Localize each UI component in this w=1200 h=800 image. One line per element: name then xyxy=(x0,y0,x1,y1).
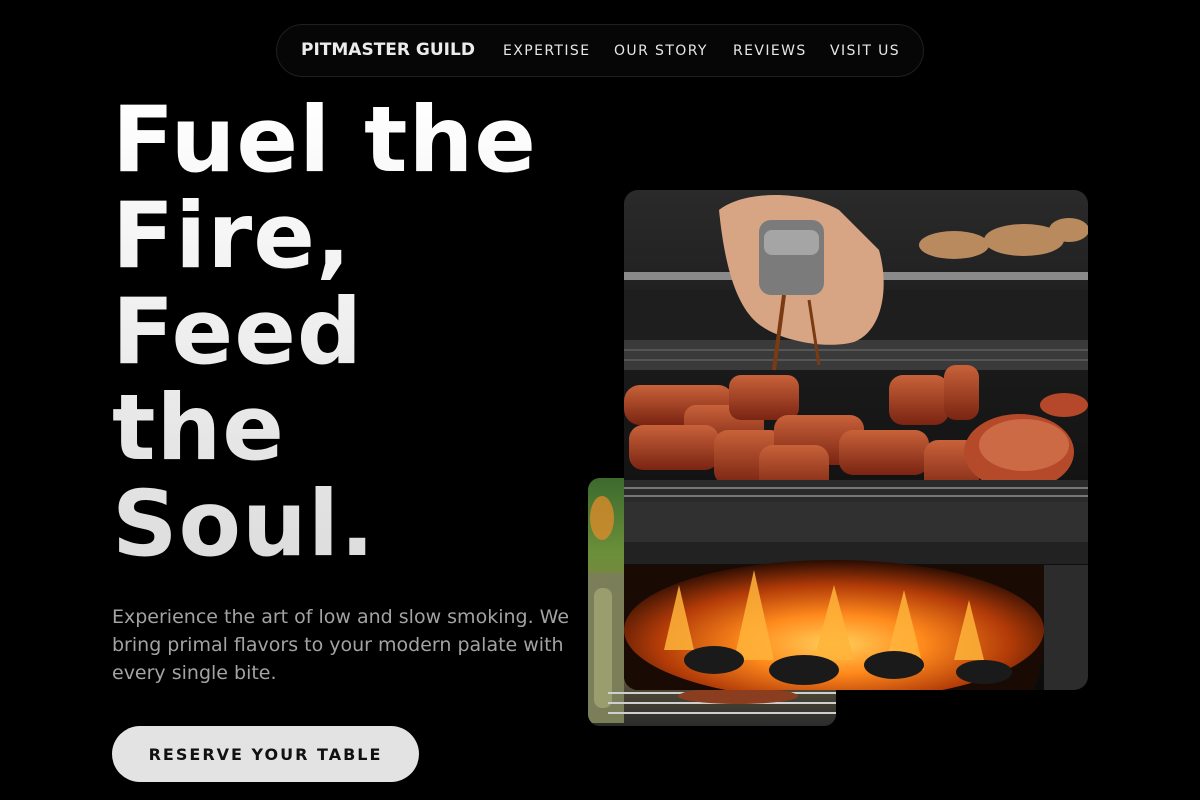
grill-meat-photo xyxy=(624,190,1088,690)
nav-link-expertise[interactable]: EXPERTISE xyxy=(503,43,590,59)
headline-line-5: Soul. xyxy=(112,472,376,577)
hero-subtitle: Experience the art of low and slow smoki… xyxy=(112,606,570,684)
reserve-table-button[interactable]: RESERVE YOUR TABLE xyxy=(112,726,419,782)
nav-link-our-story[interactable]: OUR STORY xyxy=(614,43,708,59)
nav-link-reviews[interactable]: REVIEWS xyxy=(733,43,807,59)
headline-line-4: the xyxy=(112,376,286,481)
hero-page: PITMASTER GUILD EXPERTISE OUR STORY REVI… xyxy=(0,0,1200,800)
brand-logo[interactable]: PITMASTER GUILD xyxy=(301,40,475,60)
top-nav: PITMASTER GUILD EXPERTISE OUR STORY REVI… xyxy=(276,24,924,77)
hero-headline: Fuel the Fire, Feed the Soul. xyxy=(112,93,537,573)
headline-line-3: Feed xyxy=(112,280,364,385)
headline-line-2: Fire, xyxy=(112,184,352,289)
headline-line-1: Fuel the xyxy=(112,88,538,193)
nav-link-visit-us[interactable]: VISIT US xyxy=(830,43,900,59)
